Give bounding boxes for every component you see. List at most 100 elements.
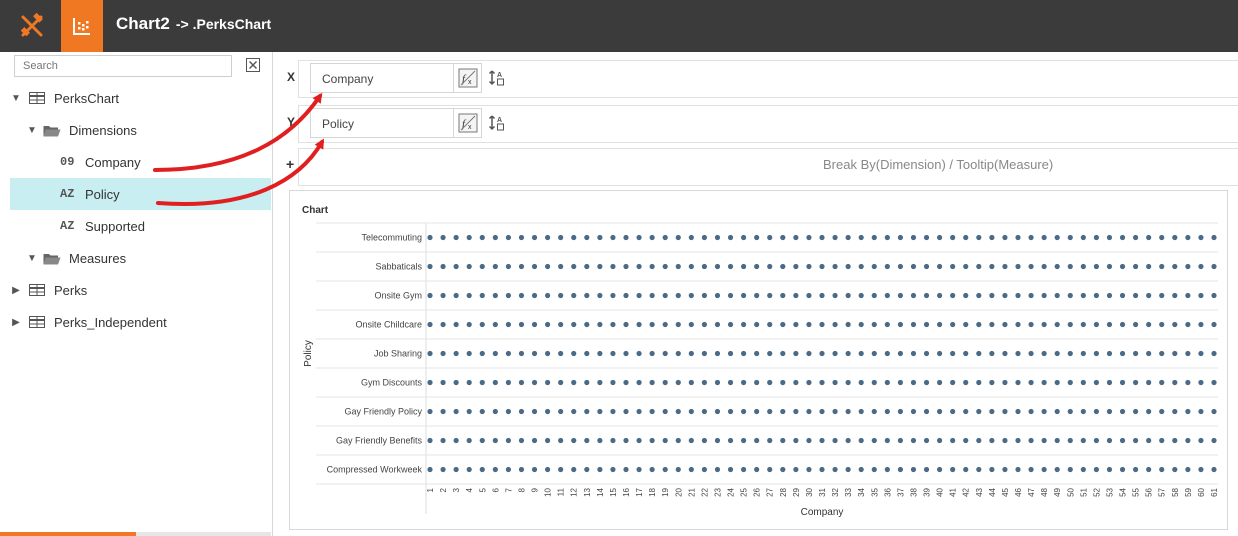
data-point [466, 321, 472, 328]
data-point [989, 263, 995, 270]
caret-down-icon[interactable]: ▼ [10, 93, 22, 104]
tree-item-measures[interactable]: ▼ Measures [0, 242, 271, 274]
formula-button[interactable]: f x [453, 64, 481, 92]
x-field-pill[interactable]: Company f x [310, 63, 482, 93]
field-company[interactable]: 09 Company [0, 146, 271, 178]
panel-scroll-indicator[interactable] [0, 532, 136, 536]
data-point [1002, 466, 1008, 473]
x-tick-label: 54 [1119, 487, 1128, 496]
sort-icon[interactable]: A [488, 69, 506, 87]
data-point [923, 408, 930, 415]
tools-button[interactable] [8, 0, 56, 52]
data-point [1211, 408, 1217, 415]
x-tick-label: 50 [1066, 487, 1075, 496]
data-point [1015, 263, 1021, 270]
x-tick-label: 23 [713, 487, 722, 496]
data-point [662, 350, 668, 357]
caret-right-icon[interactable]: ▶ [10, 285, 22, 296]
field-supported[interactable]: AZ Supported [0, 210, 271, 242]
data-point [871, 234, 877, 241]
data-point [832, 292, 838, 299]
x-tick-label: 21 [687, 487, 696, 496]
data-point [505, 263, 511, 270]
data-point [845, 379, 851, 386]
data-point [976, 466, 982, 473]
data-point [545, 321, 551, 328]
tree-item-dimensions[interactable]: ▼ Dimensions [0, 114, 271, 146]
data-point [688, 350, 694, 357]
data-point [479, 263, 485, 270]
data-point [440, 466, 446, 473]
data-point [597, 379, 603, 386]
data-point [1093, 408, 1099, 415]
data-point [950, 437, 956, 444]
caret-down-icon[interactable]: ▼ [26, 253, 38, 264]
data-point [1002, 234, 1008, 241]
x-tick-label: 11 [557, 487, 566, 496]
data-point [963, 292, 969, 299]
tree-item-perks-independent[interactable]: ▶ Perks_Independent [0, 306, 271, 338]
x-tick-label: 12 [570, 487, 579, 496]
folder-icon [43, 123, 61, 137]
data-point [505, 350, 511, 357]
data-point [662, 234, 668, 241]
x-tick-label: 41 [949, 487, 958, 496]
tree-item-perkschart[interactable]: ▼ PerksChart [0, 82, 271, 114]
data-point [923, 263, 930, 270]
data-point [505, 321, 511, 328]
breakby-shelf[interactable] [298, 148, 1238, 186]
data-point [1067, 321, 1073, 328]
data-point [1093, 292, 1099, 299]
data-point [950, 379, 956, 386]
data-point [1106, 408, 1113, 415]
formula-button[interactable]: f x [453, 109, 481, 137]
data-point [558, 234, 564, 241]
formula-icon: f x [458, 68, 477, 88]
search-input[interactable] [14, 55, 232, 77]
data-point [675, 408, 681, 415]
field-policy[interactable]: AZ Policy [10, 178, 271, 210]
data-point [1028, 350, 1034, 357]
data-point [571, 437, 577, 444]
caret-down-icon[interactable]: ▼ [26, 125, 38, 136]
y-field-pill[interactable]: Policy f x [310, 108, 482, 138]
data-point [832, 437, 838, 444]
y-tick-label: Telecommuting [361, 233, 422, 243]
data-point [806, 292, 812, 299]
data-point [754, 466, 760, 473]
data-point [427, 292, 433, 299]
chart-button[interactable] [61, 0, 103, 52]
data-point [1041, 379, 1047, 386]
x-tick-label: 59 [1184, 487, 1193, 496]
data-point [558, 263, 564, 270]
data-point [845, 437, 851, 444]
data-point [688, 408, 694, 415]
data-point [545, 263, 551, 270]
tree-item-perks[interactable]: ▶ Perks [0, 274, 271, 306]
data-point [884, 408, 890, 415]
close-icon[interactable] [246, 58, 260, 72]
data-point [1028, 466, 1034, 473]
data-point [780, 379, 786, 386]
add-shelf-label[interactable]: + [286, 156, 294, 172]
tree-item-label: Perks [54, 282, 88, 298]
caret-right-icon[interactable]: ▶ [10, 317, 22, 328]
data-point [531, 437, 538, 444]
data-point [819, 234, 825, 241]
data-point [1185, 321, 1191, 328]
data-point [688, 437, 694, 444]
data-point [1054, 437, 1060, 444]
data-point [1080, 292, 1086, 299]
data-point [1028, 292, 1034, 299]
sort-icon[interactable]: A [488, 114, 506, 132]
page-title: Chart2 -> .PerksChart [116, 14, 271, 34]
x-tick-label: 29 [792, 487, 801, 496]
scatter-chart[interactable]: Telecommuting Sabbaticals Onsite Gym Onsite… [290, 191, 1229, 531]
data-point [871, 379, 877, 386]
data-point [531, 292, 538, 299]
x-tick-label: 15 [609, 487, 618, 496]
data-point [1172, 263, 1178, 270]
data-point [466, 263, 472, 270]
data-point [858, 408, 864, 415]
x-tick-label: 25 [740, 487, 749, 496]
